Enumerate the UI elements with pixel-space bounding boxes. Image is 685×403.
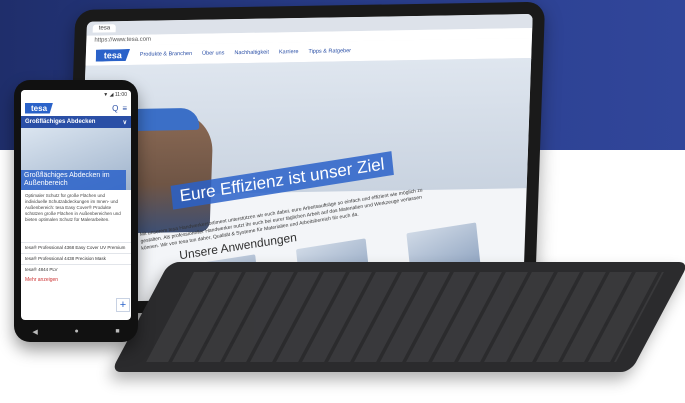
tesa-logo[interactable]: tesa [25,102,54,114]
phone-body-text: Optimaler Schutz für große Flächen und i… [25,193,121,222]
product-item[interactable]: tesa® Professional 4438 Precision Mask [21,253,131,264]
phone-header: tesa Q ≡ [21,100,131,116]
phone-hero-overlay: Großflächiges Abdecken im Außenbereich [21,170,126,190]
home-icon[interactable]: ● [74,328,78,336]
phone-hero-image: Großflächiges Abdecken im Außenbereich [21,128,131,190]
product-item[interactable]: tesa® 4844 PLV [21,264,131,275]
chevron-down-icon: ∨ [122,119,127,126]
keyboard [110,262,685,372]
tesa-logo[interactable]: tesa [96,49,130,62]
header-icons: Q ≡ [112,104,127,113]
search-icon[interactable]: Q [112,104,118,113]
product-item[interactable]: tesa® Professional 4368 Easy Cover UV Pr… [21,242,131,253]
expand-plus-button[interactable]: + [116,298,130,312]
section-label: Großflächiges Abdecken [25,119,96,125]
nav-products[interactable]: Produkte & Branchen [140,51,192,58]
back-icon[interactable]: ◀ [32,328,37,336]
nav-sustainability[interactable]: Nachhaltigkeit [234,50,269,57]
nav-tips[interactable]: Tipps & Ratgeber [308,48,351,55]
phone-screen: ▼ ◢ 11:00 tesa Q ≡ Großflächiges Abdecke… [21,90,131,320]
browser-tab[interactable]: tesa [92,24,117,33]
keyboard-keys [146,272,664,362]
android-nav-bar: ◀ ● ■ [14,328,138,336]
section-dropdown[interactable]: Großflächiges Abdecken ∨ [21,116,131,128]
recents-icon[interactable]: ■ [115,328,119,336]
more-link[interactable]: Mehr anzeigen [21,275,131,285]
nav-career[interactable]: Karriere [279,49,299,55]
tablet-screen: tesa https://www.tesa.com tesa Produkte … [77,13,533,303]
menu-icon[interactable]: ≡ [122,104,127,113]
nav-about[interactable]: Über uns [202,50,225,56]
phone-device: ▼ ◢ 11:00 tesa Q ≡ Großflächiges Abdecke… [14,80,138,342]
status-bar: ▼ ◢ 11:00 [21,90,131,100]
